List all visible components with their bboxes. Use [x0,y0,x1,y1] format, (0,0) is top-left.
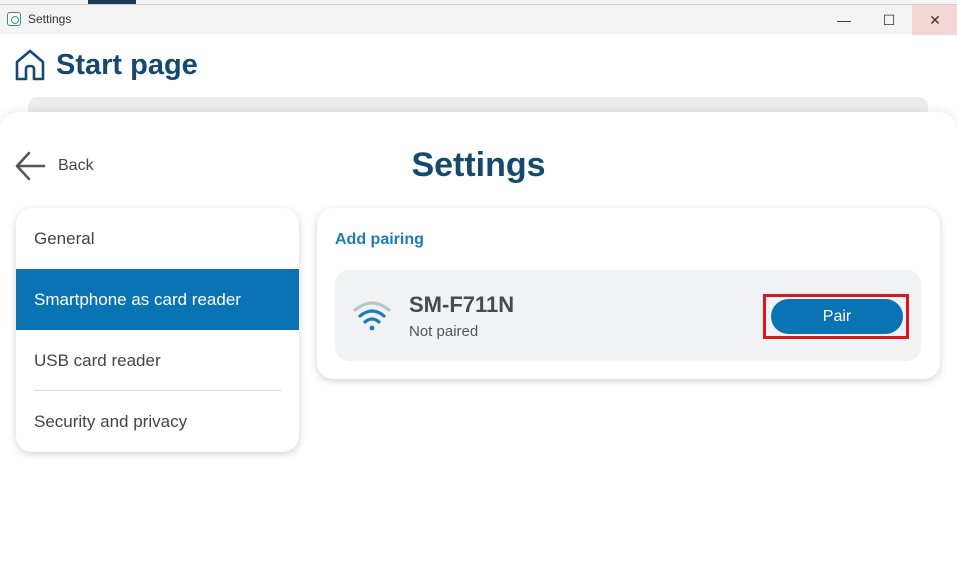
pairing-panel: Add pairing SM-F711N Not paired Pair [317,208,940,379]
add-pairing-heading: Add pairing [335,231,424,248]
menu-item-label: USB card reader [34,350,161,370]
device-name: SM-F711N [409,292,515,317]
window-title: Settings [28,12,72,26]
settings-menu: General Smartphone as card reader USB ca… [16,208,299,452]
start-page-title: Start page [56,48,198,81]
menu-item-usb-card-reader[interactable]: USB card reader [16,330,299,391]
menu-item-general[interactable]: General [16,208,299,269]
wifi-icon [353,301,391,331]
window-titlebar: Settings — ☐ ✕ [0,4,957,35]
app-icon [7,12,21,26]
pair-button[interactable]: Pair [771,299,903,334]
home-icon [15,49,45,81]
menu-item-security-privacy[interactable]: Security and privacy [16,391,299,452]
menu-item-smartphone-card-reader[interactable]: Smartphone as card reader [16,269,299,330]
device-card: SM-F711N Not paired Pair [335,270,921,361]
settings-title: Settings [411,146,546,184]
minimize-button[interactable]: — [821,5,867,35]
device-status: Not paired [409,323,479,340]
menu-item-label: General [34,228,95,248]
start-page-header: Start page [14,48,198,82]
close-button[interactable]: ✕ [912,5,957,35]
menu-item-label: Security and privacy [34,411,188,431]
menu-item-label: Smartphone as card reader [34,289,241,309]
maximize-button[interactable]: ☐ [866,5,912,35]
